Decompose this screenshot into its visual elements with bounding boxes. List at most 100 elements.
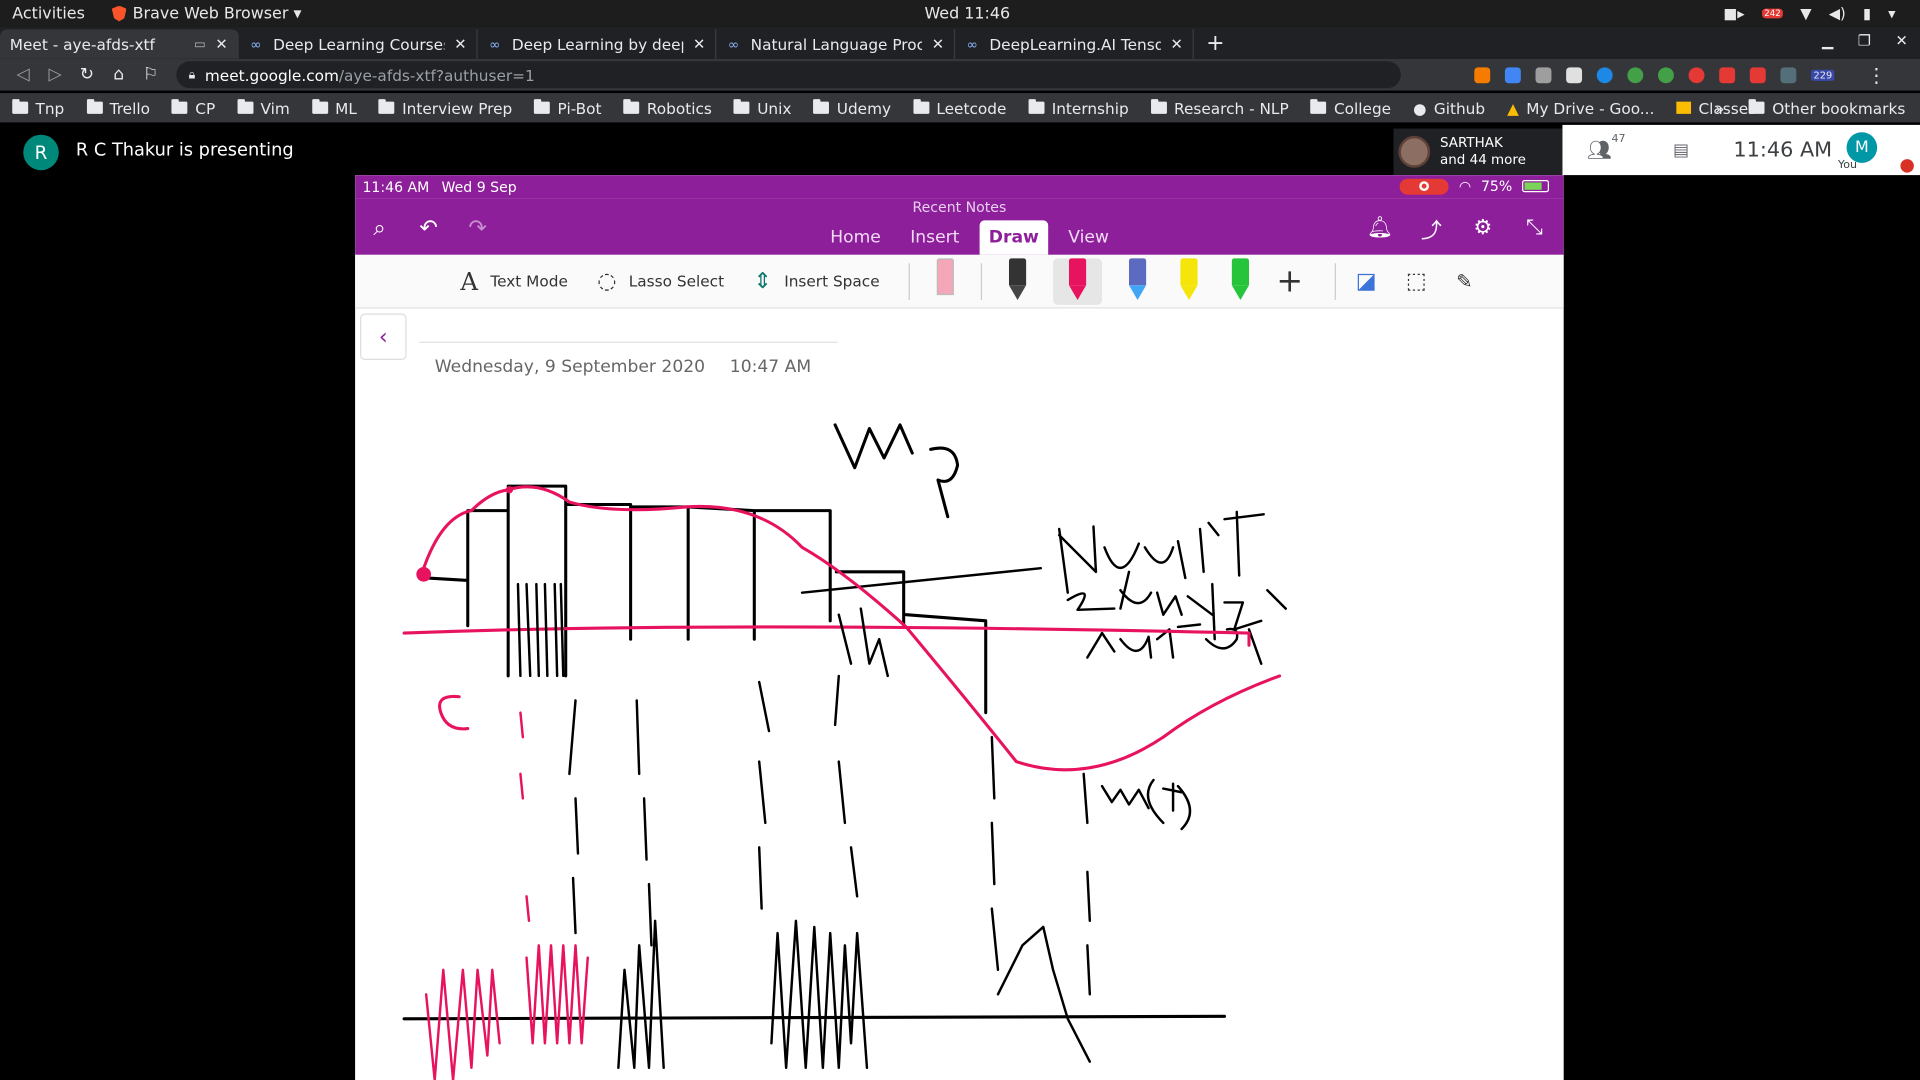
reload-icon[interactable]: ↻ bbox=[71, 65, 103, 85]
bookmark-folder[interactable]: Interview Prep bbox=[378, 99, 512, 117]
close-window-icon[interactable]: ✕ bbox=[1895, 32, 1907, 49]
tab-view[interactable]: View bbox=[1058, 220, 1118, 254]
close-icon[interactable]: ✕ bbox=[693, 36, 705, 53]
menu-icon[interactable]: ⋮ bbox=[1866, 63, 1886, 86]
system-clock[interactable]: Wed 11:46 bbox=[924, 4, 1010, 22]
ink-stroke bbox=[1100, 778, 1192, 831]
app-menu[interactable]: Brave Web Browser ▾ bbox=[111, 4, 301, 23]
bookmark-folder[interactable]: Tnp bbox=[12, 99, 64, 117]
more-bookmarks-button[interactable]: » bbox=[1715, 99, 1724, 117]
close-icon[interactable]: ✕ bbox=[932, 36, 944, 53]
system-tray[interactable]: ■▸ 242 ▼ ◀) ▮ ▾ bbox=[1723, 5, 1895, 22]
shapes-icon[interactable]: ◪ bbox=[1356, 268, 1377, 294]
share-icon[interactable]: ⤴ bbox=[1419, 216, 1443, 243]
undo-icon[interactable]: ↶ bbox=[416, 215, 440, 241]
bookmark-folder[interactable]: Robotics bbox=[623, 99, 712, 117]
tab-meet[interactable]: ▶ Meet - aye-afds-xtf ▭ ✕ bbox=[0, 29, 239, 165]
bookmark-folder[interactable]: Trello bbox=[86, 99, 150, 117]
blue-pen[interactable] bbox=[1122, 257, 1154, 305]
lasso-select-button[interactable]: ◌ Lasso Select bbox=[597, 268, 724, 294]
cast-icon[interactable]: ▭ bbox=[194, 37, 206, 50]
pink-pen[interactable] bbox=[1053, 257, 1103, 305]
bookmark-drive[interactable]: ▲ My Drive - Goo... bbox=[1507, 99, 1654, 117]
extension-icon[interactable] bbox=[1719, 66, 1736, 83]
text-mode-icon: A bbox=[460, 266, 479, 296]
bookmark-folder[interactable]: Research - NLP bbox=[1150, 99, 1289, 117]
bell-icon[interactable]: 🔔︎ bbox=[1367, 216, 1393, 240]
lock-icon[interactable]: 🔒︎ bbox=[189, 68, 196, 81]
gnome-top-bar: Activities Brave Web Browser ▾ Wed 11:46… bbox=[0, 0, 1920, 27]
recent-notes-label[interactable]: Recent Notes bbox=[355, 198, 1564, 215]
bookmark-icon[interactable]: ⚐ bbox=[135, 65, 167, 85]
eraser-tool[interactable] bbox=[930, 257, 962, 305]
extension-icon[interactable] bbox=[1474, 66, 1491, 83]
extension-icon[interactable] bbox=[1535, 66, 1552, 83]
extension-badge[interactable]: 229 bbox=[1811, 69, 1835, 81]
extension-icon[interactable] bbox=[1749, 66, 1766, 83]
bookmark-folder[interactable]: CP bbox=[171, 99, 215, 117]
other-bookmarks[interactable]: Other bookmarks bbox=[1748, 99, 1905, 117]
participant-tile[interactable]: SARTHAK and 44 more bbox=[1393, 128, 1563, 176]
home-icon[interactable]: ⌂ bbox=[103, 65, 135, 85]
black-pen[interactable] bbox=[1002, 257, 1034, 305]
ink-stroke bbox=[519, 711, 531, 923]
extension-icon[interactable] bbox=[1504, 66, 1521, 83]
tab-deep-learning-deeplearning[interactable]: ∞ Deep Learning by deeplear ✕ bbox=[478, 29, 717, 59]
bookmark-folder[interactable]: College bbox=[1310, 99, 1391, 117]
folder-icon bbox=[1310, 99, 1327, 114]
bookmark-folder[interactable]: ML bbox=[311, 99, 357, 117]
bookmark-folder[interactable]: Unix bbox=[733, 99, 791, 117]
tab-title: Deep Learning Courses | Co bbox=[273, 34, 444, 54]
text-mode-button[interactable]: A Text Mode bbox=[460, 266, 567, 295]
extensions-row: 229 ⋮ bbox=[1474, 63, 1886, 86]
yellow-highlighter[interactable] bbox=[1173, 257, 1205, 305]
ink-replay-icon[interactable]: ✎ bbox=[1456, 269, 1472, 292]
back-icon[interactable]: ◁ bbox=[7, 65, 39, 85]
tab-deep-learning-courses[interactable]: ∞ Deep Learning Courses | Co ✕ bbox=[239, 29, 478, 59]
ink-drawing[interactable] bbox=[355, 309, 1564, 1080]
bookmark-folder[interactable]: Leetcode bbox=[913, 99, 1006, 117]
insert-space-button[interactable]: ⇕ Insert Space bbox=[753, 268, 879, 294]
camera-icon[interactable]: ■▸ bbox=[1723, 5, 1744, 22]
forward-icon[interactable]: ▷ bbox=[39, 65, 71, 85]
notification-badge[interactable]: 242 bbox=[1761, 8, 1784, 19]
chat-icon[interactable]: ▤ bbox=[1673, 140, 1689, 160]
note-page[interactable]: ‹ Wednesday, 9 September 2020 10:47 AM bbox=[355, 309, 1564, 1080]
power-menu-icon[interactable]: ▾ bbox=[1888, 5, 1895, 22]
bookmark-label: Vim bbox=[260, 98, 290, 117]
bookmark-folder[interactable]: Internship bbox=[1028, 99, 1129, 117]
extension-icon[interactable] bbox=[1688, 66, 1705, 83]
people-icon[interactable]: 👥︎ 47 bbox=[1587, 133, 1626, 161]
new-tab-button[interactable]: + bbox=[1194, 31, 1237, 59]
minimize-icon[interactable]: ▁ bbox=[1822, 32, 1833, 49]
grammarly-icon[interactable] bbox=[1596, 66, 1613, 83]
green-highlighter[interactable] bbox=[1225, 257, 1257, 305]
bookmark-github[interactable]: ● Github bbox=[1413, 99, 1485, 117]
activities-button[interactable]: Activities bbox=[12, 4, 85, 22]
folder-icon bbox=[1150, 99, 1167, 114]
redo-icon[interactable]: ↷ bbox=[465, 215, 489, 241]
extension-icon[interactable] bbox=[1566, 66, 1583, 83]
add-pen-icon[interactable]: + bbox=[1276, 263, 1303, 300]
ink-to-shape-icon[interactable]: ⬚ bbox=[1406, 268, 1427, 294]
extension-icon[interactable] bbox=[1780, 66, 1797, 83]
close-icon[interactable]: ✕ bbox=[215, 36, 227, 53]
restore-icon[interactable]: ❐ bbox=[1858, 32, 1871, 49]
bookmark-folder[interactable]: Udemy bbox=[813, 99, 891, 117]
search-icon[interactable]: ⌕ bbox=[367, 215, 391, 241]
close-icon[interactable]: ✕ bbox=[454, 36, 466, 53]
gear-icon[interactable]: ⚙ bbox=[1471, 216, 1495, 240]
extension-icon[interactable] bbox=[1627, 66, 1644, 83]
tab-draw[interactable]: Draw bbox=[978, 220, 1049, 255]
collapse-icon[interactable]: ⤡ bbox=[1522, 216, 1546, 240]
github-icon: ● bbox=[1413, 98, 1427, 117]
extension-icon[interactable] bbox=[1657, 66, 1674, 83]
close-icon[interactable]: ✕ bbox=[1171, 36, 1183, 53]
tab-tensorflow[interactable]: ∞ DeepLearning.AI TensorFlo ✕ bbox=[955, 29, 1194, 59]
bookmark-folder[interactable]: Pi-Bot bbox=[534, 99, 602, 117]
tab-insert[interactable]: Insert bbox=[900, 220, 969, 254]
tab-home[interactable]: Home bbox=[820, 220, 890, 254]
tab-nlp[interactable]: ∞ Natural Language Processi ✕ bbox=[716, 29, 956, 59]
bookmark-folder[interactable]: Vim bbox=[237, 99, 290, 117]
address-bar[interactable]: 🔒︎ meet.google.com/aye-afds-xtf?authuser… bbox=[176, 61, 1401, 89]
